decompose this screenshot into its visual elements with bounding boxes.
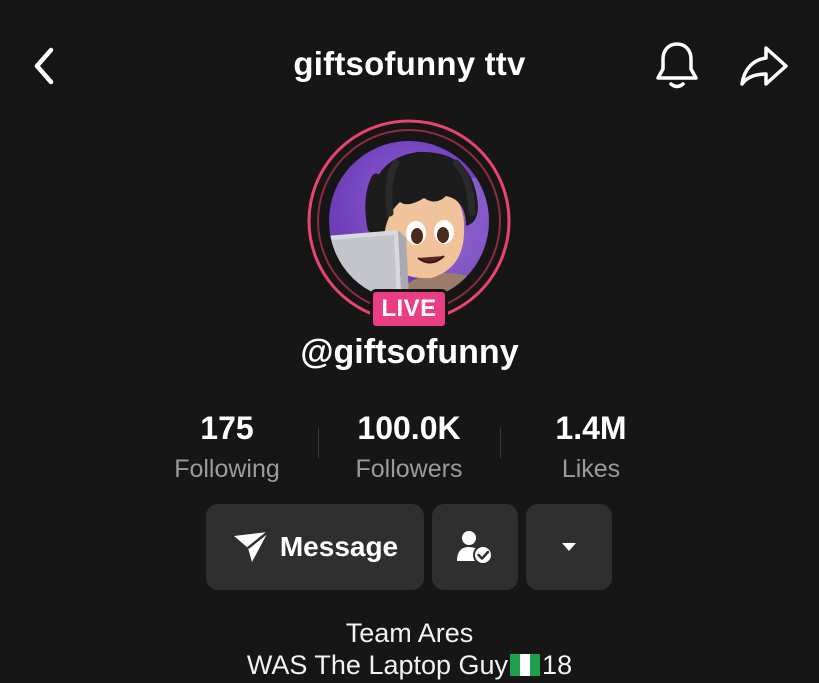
stat-followers[interactable]: 100.0K Followers [319, 410, 499, 484]
stat-value: 100.0K [357, 410, 461, 446]
message-button[interactable]: Message [206, 504, 424, 590]
following-status-button[interactable] [432, 504, 518, 590]
message-button-label: Message [279, 531, 399, 562]
bell-icon [656, 42, 698, 89]
stat-label: Following [174, 455, 280, 483]
share-button[interactable] [734, 40, 794, 92]
stat-value: 1.4M [555, 410, 627, 446]
bio-text: WAS The Laptop Guy [246, 650, 509, 680]
more-options-button[interactable] [526, 504, 612, 590]
nigeria-flag-icon [510, 654, 541, 676]
stat-value: 175 [200, 410, 254, 446]
bio-text: 18 [542, 650, 573, 680]
stat-following[interactable]: 175 Following [137, 410, 317, 484]
share-arrow-icon [740, 46, 788, 86]
stat-likes[interactable]: 1.4M Likes [501, 410, 681, 484]
bio-line: Team Ares [345, 618, 474, 648]
live-badge[interactable]: LIVE [370, 289, 448, 329]
caret-down-icon [562, 543, 576, 551]
stat-label: Followers [355, 455, 463, 483]
user-check-icon [457, 531, 493, 565]
stat-label: Likes [561, 455, 621, 483]
bio-line: WAS The Laptop Guy 18 [0, 650, 819, 681]
notifications-button[interactable] [652, 38, 702, 94]
username: @giftsofunny [300, 333, 519, 371]
paper-plane-icon [233, 531, 269, 562]
